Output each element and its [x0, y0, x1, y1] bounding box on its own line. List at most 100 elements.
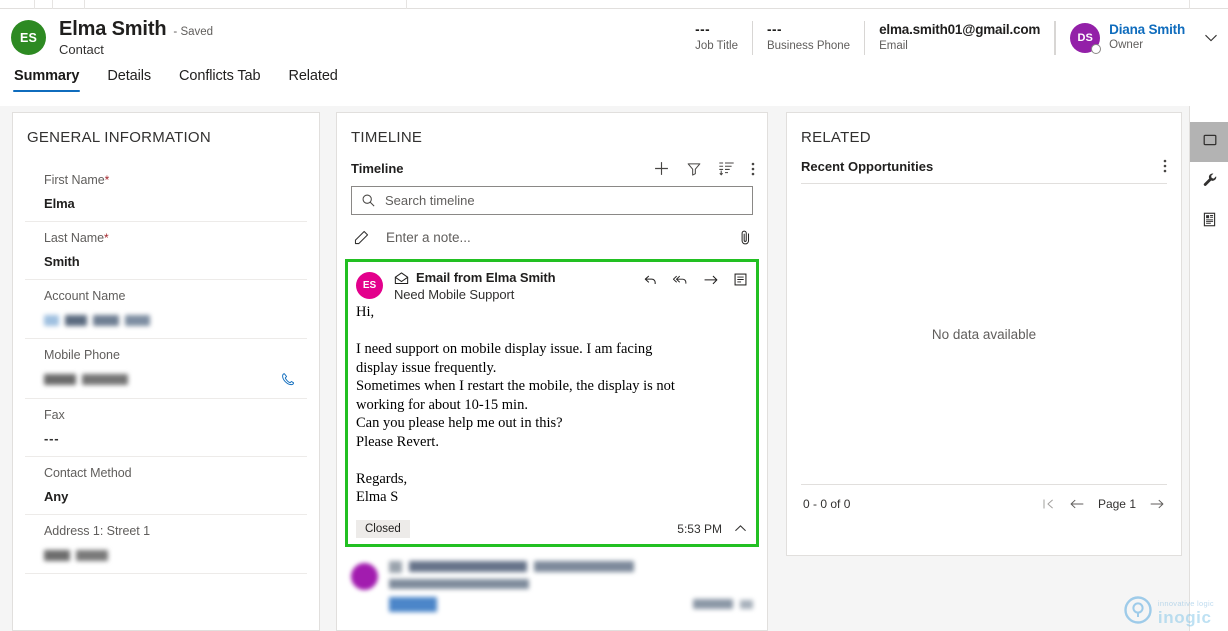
header-field-email[interactable]: elma.smith01@gmail.com Email [865, 20, 1056, 55]
field-mobile-phone: Mobile Phone [25, 339, 307, 399]
form-tabs: Summary Details Conflicts Tab Related [0, 66, 1228, 101]
timeline-note-row [351, 218, 753, 256]
owner-role-label: Owner [1109, 39, 1144, 52]
field-value[interactable]: Elma [44, 187, 307, 221]
field-last-name: Last Name* Smith [25, 222, 307, 280]
next-page-icon[interactable] [1149, 497, 1165, 511]
entity-type-label: Contact [59, 41, 104, 57]
field-contact-method: Contact Method Any [25, 457, 307, 515]
timeline-email-card[interactable]: ES Email from Elma Smith Need Mobile Sup… [345, 259, 759, 547]
first-page-icon[interactable] [1041, 497, 1056, 511]
rail-button-panel[interactable] [1190, 122, 1228, 162]
redacted-footer-row [389, 596, 753, 612]
ribbon-divider [52, 0, 53, 9]
command-bar-sliver [0, 0, 1228, 9]
wrench-icon [1201, 171, 1219, 194]
field-label: Account Name [44, 289, 126, 303]
subgrid-label: Recent Opportunities [801, 158, 934, 174]
empty-state-message: No data available [931, 326, 1037, 342]
field-label: First Name* [44, 173, 110, 187]
field-address-street-1: Address 1: Street 1 [25, 515, 307, 574]
owner-name-link[interactable]: Diana Smith [1109, 22, 1185, 38]
header-field-label: Job Title [695, 39, 738, 52]
avatar [351, 562, 378, 590]
more-options-icon[interactable] [1163, 158, 1167, 174]
owner-avatar-initials: DS [1077, 31, 1093, 44]
general-information-panel: GENERAL INFORMATION First Name* Elma Las… [12, 112, 320, 631]
add-icon[interactable] [653, 160, 670, 177]
general-information-fields: First Name* Elma Last Name* Smith Accoun… [13, 146, 319, 574]
convert-to-note-icon[interactable] [733, 272, 748, 287]
field-first-name: First Name* Elma [25, 164, 307, 222]
attachment-icon[interactable] [738, 229, 753, 246]
timeline-panel: TIMELINE Timeline Search timeline Enter … [336, 112, 768, 631]
required-marker: * [104, 173, 110, 187]
field-value[interactable]: --- [44, 422, 307, 456]
record-header: ES Elma Smith - Saved Contact --- Job Ti… [0, 9, 1228, 66]
header-field-value: --- [766, 21, 782, 37]
note-input[interactable] [386, 229, 738, 245]
status-badge[interactable]: Closed [356, 519, 410, 538]
timeline-subheader: Timeline [337, 146, 767, 177]
field-value[interactable]: Any [44, 480, 307, 514]
tab-conflicts[interactable]: Conflicts Tab [178, 66, 261, 92]
pagination: Page 1 [1041, 497, 1165, 511]
field-label: Last Name* [44, 231, 109, 245]
sort-icon[interactable] [718, 160, 735, 177]
presence-indicator-icon [1091, 43, 1102, 54]
chevron-down-icon[interactable] [1203, 30, 1219, 46]
email-timestamp: 5:53 PM [677, 521, 722, 536]
email-body: Hi, I need support on mobile display iss… [356, 304, 675, 505]
ribbon-divider [34, 0, 35, 9]
filter-icon[interactable] [686, 161, 702, 177]
tab-summary[interactable]: Summary [13, 66, 81, 92]
redacted-value [44, 312, 150, 328]
related-subgrid-header: Recent Opportunities [787, 146, 1181, 174]
tab-related[interactable]: Related [287, 66, 338, 92]
page-title: Elma Smith [59, 17, 167, 40]
timeline-toolbar [653, 160, 755, 177]
previous-page-icon[interactable] [1069, 497, 1085, 511]
subgrid-footer: 0 - 0 of 0 Page 1 [787, 485, 1181, 511]
field-label: Mobile Phone [44, 348, 120, 362]
header-field-value: elma.smith01@gmail.com [879, 21, 1041, 37]
rail-button-tools[interactable] [1190, 162, 1228, 202]
redacted-subtitle-row [389, 578, 753, 589]
header-field-label: Business Phone [766, 39, 851, 52]
timeline-item-redacted[interactable] [345, 557, 759, 618]
avatar: ES [11, 20, 46, 55]
rail-button-form[interactable] [1190, 202, 1228, 242]
email-title: Email from Elma Smith [416, 270, 556, 285]
tab-details[interactable]: Details [106, 66, 152, 92]
search-input[interactable] [385, 187, 743, 214]
record-count: 0 - 0 of 0 [803, 497, 851, 511]
email-subject: Need Mobile Support [394, 287, 515, 302]
search-icon [361, 193, 376, 208]
timeline-item-content [389, 560, 753, 618]
header-field-owner[interactable]: DS Diana Smith Owner [1055, 20, 1191, 55]
phone-icon[interactable] [280, 371, 297, 388]
reply-icon[interactable] [643, 273, 658, 287]
chevron-up-icon[interactable] [733, 521, 748, 536]
header-quick-fields: --- Job Title --- Business Phone elma.sm… [681, 9, 1228, 66]
reply-all-icon[interactable] [672, 273, 689, 287]
field-value-redacted[interactable] [44, 538, 307, 573]
field-label: Contact Method [44, 466, 132, 480]
header-field-business-phone[interactable]: --- Business Phone [753, 20, 866, 55]
field-value-redacted[interactable] [44, 362, 307, 398]
panel-icon [1201, 131, 1219, 154]
general-information-title: GENERAL INFORMATION [27, 129, 211, 146]
record-titles: Elma Smith - Saved Contact [59, 18, 213, 58]
more-options-icon[interactable] [751, 161, 755, 177]
timeline-search-box[interactable] [351, 186, 753, 215]
timeline-title: TIMELINE [351, 129, 423, 146]
field-value-redacted[interactable] [44, 303, 307, 338]
header-field-job-title[interactable]: --- Job Title [681, 20, 753, 55]
field-value[interactable]: Smith [44, 245, 307, 279]
forward-icon[interactable] [703, 273, 719, 287]
redacted-value [44, 547, 108, 563]
redacted-title-row [389, 560, 753, 573]
page-indicator: Page 1 [1097, 497, 1136, 511]
field-account-name: Account Name [25, 280, 307, 339]
field-fax: Fax --- [25, 399, 307, 457]
